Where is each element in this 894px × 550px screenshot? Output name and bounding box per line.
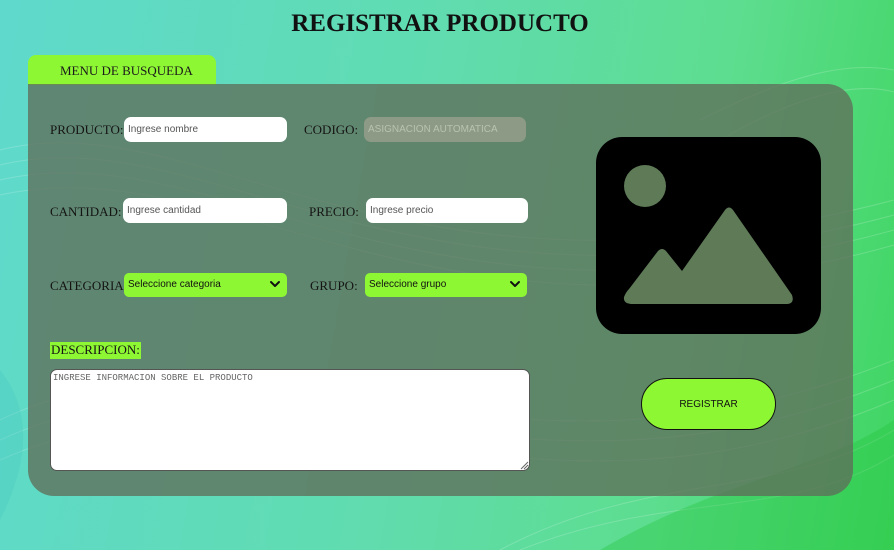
page-title: REGISTRAR PRODUCTO	[291, 10, 589, 37]
categoria-select[interactable]: Seleccione categoria	[124, 273, 287, 297]
descripcion-label: DESCRIPCION:	[50, 342, 141, 359]
chevron-down-icon	[510, 281, 520, 287]
categoria-selected-value: Seleccione categoria	[128, 279, 221, 290]
grupo-selected-value: Seleccione grupo	[369, 279, 447, 290]
producto-label: PRODUCTO:	[50, 122, 124, 137]
tab-menu-busqueda[interactable]: MENU DE BUSQUEDA	[28, 55, 216, 85]
categoria-label: CATEGORIA:	[50, 278, 128, 293]
precio-input[interactable]	[366, 198, 528, 223]
chevron-down-icon	[270, 281, 280, 287]
producto-input[interactable]	[124, 117, 287, 142]
precio-label: PRECIO:	[309, 204, 359, 219]
codigo-label: CODIGO:	[304, 122, 359, 137]
resize-grip-icon[interactable]	[518, 459, 529, 470]
register-button[interactable]: REGISTRAR	[641, 378, 776, 430]
grupo-select[interactable]: Seleccione grupo	[365, 273, 527, 297]
cantidad-label: CANTIDAD:	[50, 204, 122, 219]
cantidad-input[interactable]	[123, 198, 287, 223]
codigo-input	[364, 117, 526, 142]
image-icon	[623, 165, 793, 304]
descripcion-textarea[interactable]	[50, 369, 530, 471]
grupo-label: GRUPO:	[310, 278, 358, 293]
product-image-placeholder[interactable]	[596, 137, 821, 334]
